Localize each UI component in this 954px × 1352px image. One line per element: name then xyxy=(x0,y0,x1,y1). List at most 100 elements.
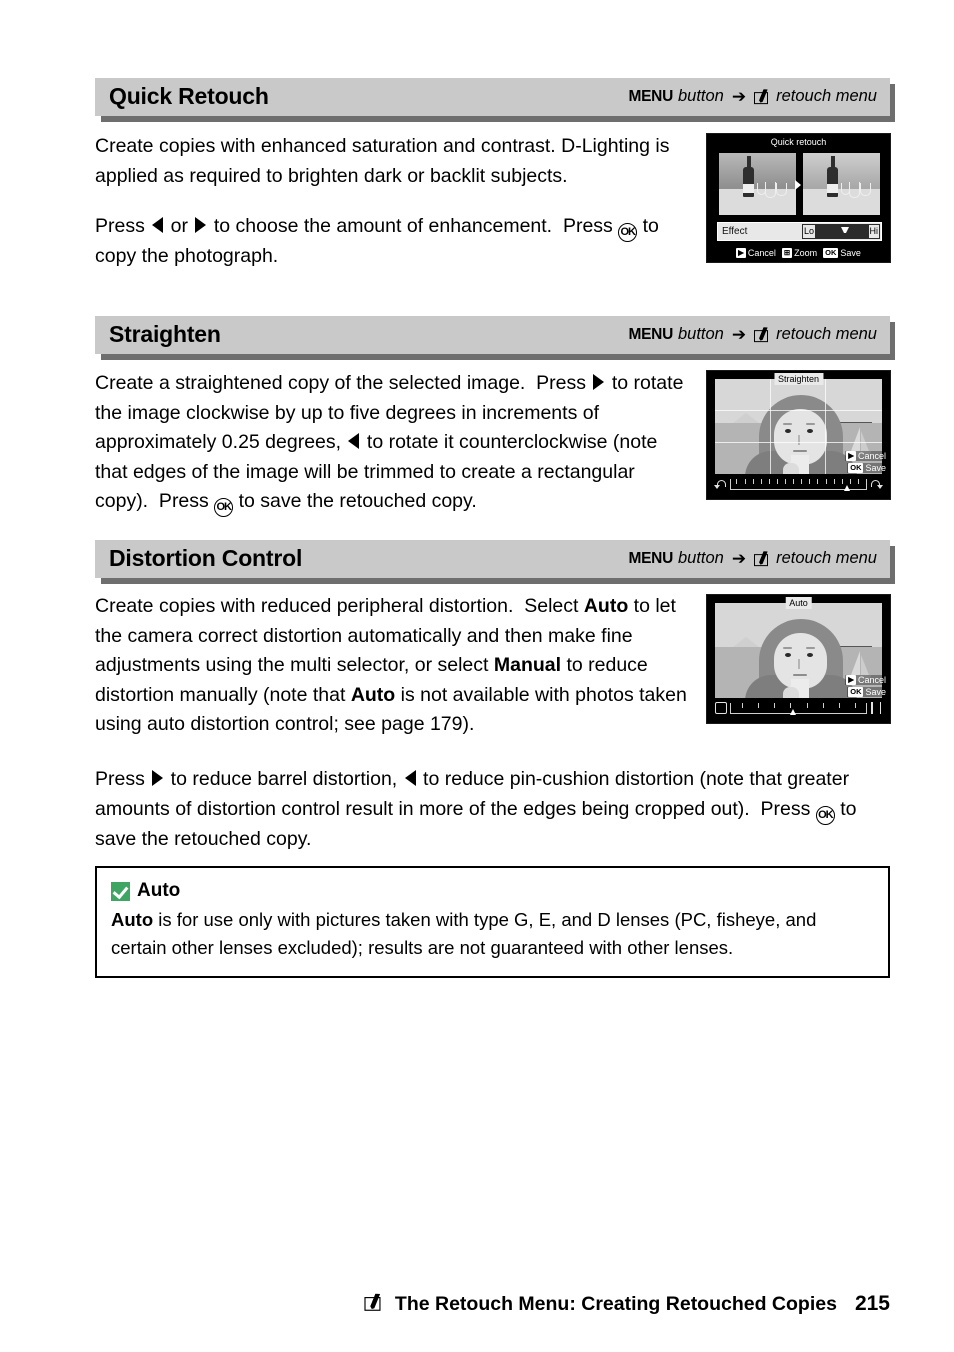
hint-save: OK Save xyxy=(823,248,861,258)
hint-label: Zoom xyxy=(794,248,818,258)
ok-key-icon: OK xyxy=(823,248,839,258)
button-word: button xyxy=(677,549,724,568)
section-title: Distortion Control xyxy=(109,544,303,571)
button-word: button xyxy=(677,87,724,106)
left-triangle-icon xyxy=(348,433,360,449)
screen-title: Straighten xyxy=(773,373,824,385)
note-body: Auto is for use only with pictures taken… xyxy=(111,906,874,962)
barrel-distortion-icon xyxy=(715,702,727,714)
compare-arrow-icon xyxy=(795,180,801,190)
hint-label: Cancel xyxy=(857,451,886,461)
paragraph: Create a straightened copy of the select… xyxy=(95,369,695,517)
body-text-straighten: Create a straightened copy of the select… xyxy=(95,369,695,517)
menu-path-target: retouch menu xyxy=(776,325,877,344)
retouch-pen-icon xyxy=(754,551,771,567)
camera-screen-quick-retouch: Quick retouch Effect Lo Hi ▶ Cancel ⊞ Zo… xyxy=(706,133,891,263)
effect-slider-row[interactable]: Effect Lo Hi xyxy=(717,222,882,241)
ok-button-icon: OK xyxy=(815,805,835,825)
ok-button-icon: OK xyxy=(214,498,234,517)
camera-screen-distortion-control: Auto ▶ Cancel OK Save xyxy=(706,594,891,724)
hint-label: Save xyxy=(865,463,886,473)
screen-hints: ▶ Cancel ⊞ Zoom OK Save xyxy=(707,248,890,258)
menu-path: MENU button ➔ retouch menu xyxy=(629,325,877,344)
section-title: Quick Retouch xyxy=(109,82,269,109)
slider-marker[interactable] xyxy=(841,227,849,233)
hint-label: Cancel xyxy=(747,248,776,258)
slider-low-label: Lo xyxy=(803,225,816,238)
hint-label: Cancel xyxy=(857,675,886,685)
playback-key-icon: ▶ xyxy=(846,451,856,461)
section-header-straighten: Straighten MENU button ➔ retouch menu xyxy=(95,316,895,360)
distortion-pointer[interactable] xyxy=(790,708,797,715)
retouch-pen-icon xyxy=(754,327,771,343)
zoom-key-icon: ⊞ xyxy=(781,248,793,258)
hint-label: Save xyxy=(840,248,861,258)
left-triangle-icon xyxy=(404,770,416,786)
slider-high-label: Hi xyxy=(868,225,879,238)
note-header: Auto xyxy=(111,880,874,902)
distortion-scale[interactable] xyxy=(730,702,867,715)
menu-path-target: retouch menu xyxy=(776,549,877,568)
paragraph: Press or to choose the amount of enhance… xyxy=(95,215,659,267)
hint-cancel: ▶ Cancel xyxy=(845,451,887,461)
page-number: 215 xyxy=(854,1292,890,1315)
distortion-slider[interactable] xyxy=(715,699,882,717)
playback-key-icon: ▶ xyxy=(846,675,856,685)
note-box-auto: Auto Auto is for use only with pictures … xyxy=(95,866,890,978)
camera-screen-straighten: Straighten ▶ Cancel OK Save xyxy=(706,370,891,500)
menu-button-label: MENU xyxy=(628,549,674,567)
menu-path: MENU button ➔ retouch menu xyxy=(629,549,877,568)
rotation-slider[interactable] xyxy=(715,475,883,493)
right-triangle-icon xyxy=(593,374,605,390)
rotate-clockwise-icon xyxy=(870,478,883,490)
manual-page: Quick Retouch MENU button ➔ retouch menu… xyxy=(0,0,954,1352)
page-footer: The Retouch Menu: Creating Retouched Cop… xyxy=(364,1292,890,1316)
effect-slider[interactable]: Lo Hi xyxy=(802,224,880,239)
screen-hints: ▶ Cancel OK Save xyxy=(845,451,887,473)
footer-title: The Retouch Menu: Creating Retouched Cop… xyxy=(394,1292,837,1315)
retouch-pen-icon xyxy=(754,89,771,105)
body-text-distortion-intro: Create copies with reduced peripheral di… xyxy=(95,592,695,740)
menu-path-target: retouch menu xyxy=(776,87,877,106)
body-text-quick-retouch: Create copies with enhanced saturation a… xyxy=(95,132,695,272)
thumbnail-after xyxy=(803,153,880,215)
paragraph: Create copies with enhanced saturation a… xyxy=(95,135,670,187)
menu-button-label: MENU xyxy=(628,87,674,105)
green-check-icon xyxy=(111,881,130,901)
left-triangle-icon xyxy=(152,217,164,233)
ok-key-icon: OK xyxy=(848,687,864,697)
rotate-counterclockwise-icon xyxy=(715,478,727,490)
rotation-scale[interactable] xyxy=(730,478,867,491)
arrow-right-icon: ➔ xyxy=(731,325,747,345)
ok-button-icon: OK xyxy=(618,223,638,242)
hint-save: OK Save xyxy=(847,463,887,473)
hint-cancel: ▶ Cancel xyxy=(736,248,776,258)
hint-label: Save xyxy=(865,687,886,697)
note-body-lead: Auto xyxy=(111,909,154,930)
hint-cancel: ▶ Cancel xyxy=(845,675,887,685)
menu-button-label: MENU xyxy=(628,325,674,343)
right-triangle-icon xyxy=(195,217,207,233)
thumbnail-before xyxy=(719,153,796,215)
arrow-right-icon: ➔ xyxy=(731,87,747,107)
section-header-distortion-control: Distortion Control MENU button ➔ retouch… xyxy=(95,540,895,584)
right-triangle-icon xyxy=(152,770,164,786)
screen-title: Quick retouch xyxy=(770,137,827,147)
effect-label: Effect xyxy=(722,226,748,237)
screen-title: Auto xyxy=(785,597,812,609)
section-header-quick-retouch: Quick Retouch MENU button ➔ retouch menu xyxy=(95,78,895,122)
paragraph: Press to reduce barrel distortion, to re… xyxy=(95,768,857,850)
rotation-pointer[interactable] xyxy=(844,484,851,491)
screen-hints: ▶ Cancel OK Save xyxy=(845,675,887,697)
hint-save: OK Save xyxy=(847,687,887,697)
hint-zoom: ⊞ Zoom xyxy=(781,248,818,258)
ok-key-icon: OK xyxy=(848,463,864,473)
pincushion-distortion-icon xyxy=(870,702,882,714)
retouch-pen-icon xyxy=(364,1293,388,1315)
note-title: Auto xyxy=(137,880,181,901)
button-word: button xyxy=(677,325,724,344)
menu-path: MENU button ➔ retouch menu xyxy=(629,87,877,106)
note-body-text: is for use only with pictures taken with… xyxy=(111,909,817,958)
body-text-distortion-controls: Press to reduce barrel distortion, to re… xyxy=(95,765,885,854)
arrow-right-icon: ➔ xyxy=(731,549,747,569)
